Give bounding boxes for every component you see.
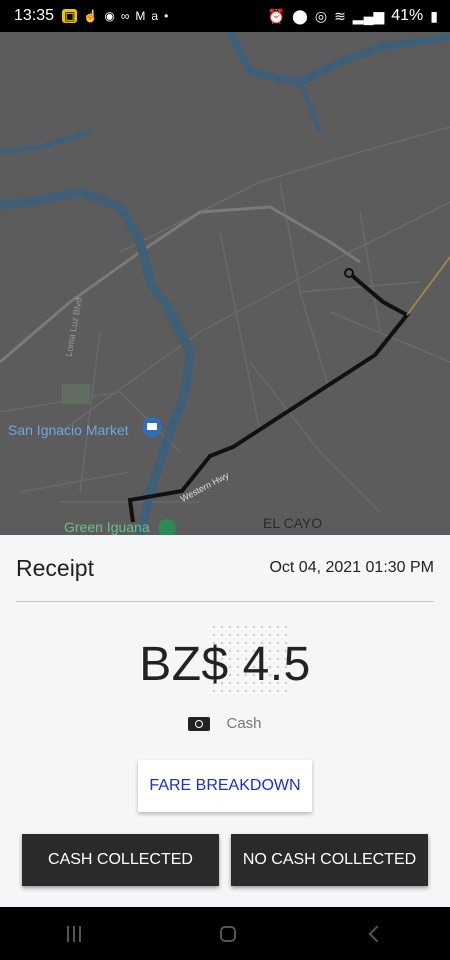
wifi-icon: ≋ [334,7,346,24]
app-notification-icon: ▣ [62,9,78,23]
recent-apps-icon[interactable] [67,925,85,942]
battery-level: 41% [391,7,424,24]
market-label: San Ignacio Market [8,422,129,438]
airtel-icon: a [151,9,159,23]
system-navigation-bar [0,907,450,960]
status-time: 13:35 [14,7,55,24]
system-icons: ⏰ ⬤ ◎ ≋ ▂▄▆ 41% ▮ [268,7,438,25]
status-bar: 13:35 ▣ ☝ ◉ ∞ M a • ⏰ ⬤ ◎ ≋ ▂▄▆ 41% ▮ [0,0,450,32]
battery-icon: ▮ [430,7,438,24]
receipt-header: Receipt Oct 04, 2021 01:30 PM [16,555,434,601]
cash-icon [188,716,211,731]
back-icon[interactable] [368,925,386,942]
fare-amount: BZ$ 4.5 [139,638,311,691]
home-icon[interactable] [219,925,236,942]
badge-icon: ◉ [104,9,115,23]
hand-icon: ☝ [83,9,99,23]
cash-collected-button[interactable]: CASH COLLECTED [22,834,219,886]
divider [16,601,434,602]
green-iguana-label: Green Iguana [64,519,150,535]
voicemail-icon: ∞ [120,9,130,23]
no-cash-collected-button[interactable]: NO CASH COLLECTED [231,834,428,886]
location-icon: ⬤ [292,7,308,24]
gmail-icon: M [135,9,146,23]
receipt-title: Receipt [16,555,94,581]
fare-breakdown-button[interactable]: FARE BREAKDOWN [138,760,312,812]
el-cayo-label: EL CAYO [263,515,323,531]
payment-method-label: Cash [226,715,262,732]
receipt-panel: Receipt Oct 04, 2021 01:30 PM BZ$ 4.5 Ca… [0,535,450,907]
receipt-date: Oct 04, 2021 01:30 PM [269,559,434,576]
map-canvas [0,32,450,535]
hotspot-icon: ◎ [314,7,328,24]
route-map[interactable]: San Ignacio Market Green Iguana EL CAYO … [0,32,450,535]
notification-icons: ▣ ☝ ◉ ∞ M a • [62,9,168,23]
alarm-icon: ⏰ [267,7,286,24]
signal-icon: ▂▄▆ [352,7,385,24]
dot-icon: • [164,9,169,23]
payment-method: Cash [0,715,450,732]
